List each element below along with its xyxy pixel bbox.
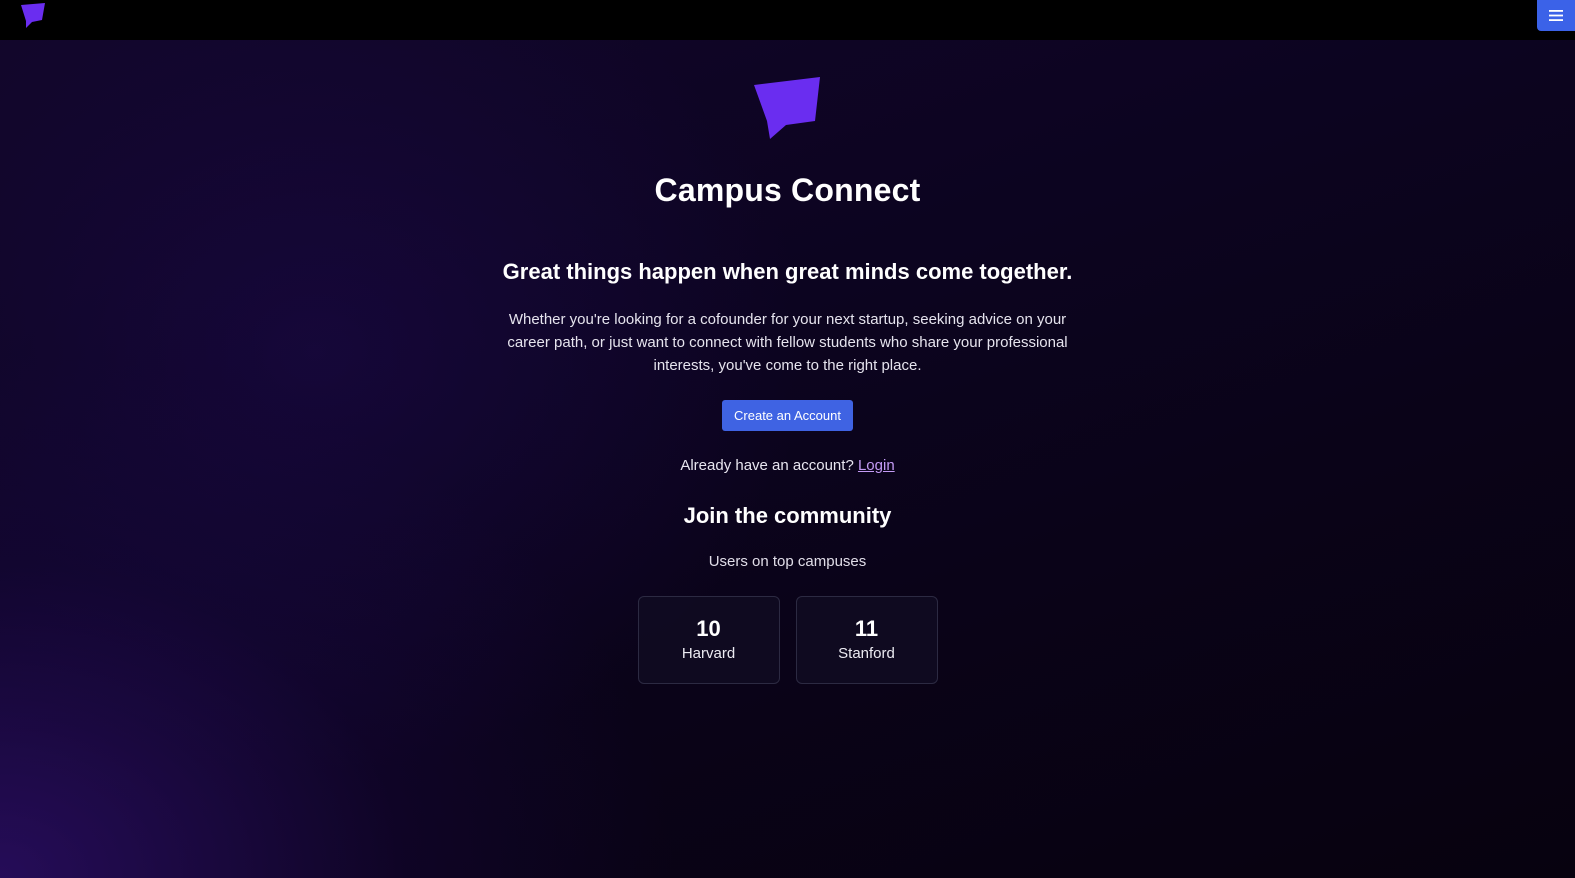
create-account-button[interactable]: Create an Account <box>722 400 853 431</box>
campus-name: Harvard <box>681 645 736 662</box>
campus-name: Stanford <box>838 645 895 662</box>
speech-bubble-logo-icon[interactable] <box>20 3 46 29</box>
campus-user-count: 11 <box>854 616 879 641</box>
login-link[interactable]: Login <box>858 457 895 474</box>
landing-content: Campus Connect Great things happen when … <box>0 40 1575 684</box>
campus-card-stanford: 11 Stanford <box>795 596 938 684</box>
description-text: Whether you're looking for a cofounder f… <box>507 311 1068 374</box>
hamburger-menu-icon <box>1549 10 1563 21</box>
community-title: Join the community <box>683 503 892 528</box>
login-prompt-line: Already have an account? Login <box>0 456 1575 476</box>
login-prompt-text: Already have an account? <box>680 457 854 474</box>
campus-user-count: 10 <box>696 616 721 641</box>
page-title: Campus Connect <box>654 172 921 208</box>
campus-stats: 10 Harvard 11 Stanford <box>0 596 1575 684</box>
community-subtitle: Users on top campuses <box>708 553 867 570</box>
menu-toggle-button[interactable] <box>1537 0 1575 31</box>
campus-card-harvard: 10 Harvard <box>637 596 780 684</box>
speech-bubble-logo-icon <box>753 77 820 139</box>
tagline: Great things happen when great minds com… <box>502 259 1073 284</box>
top-navbar <box>0 0 1575 40</box>
